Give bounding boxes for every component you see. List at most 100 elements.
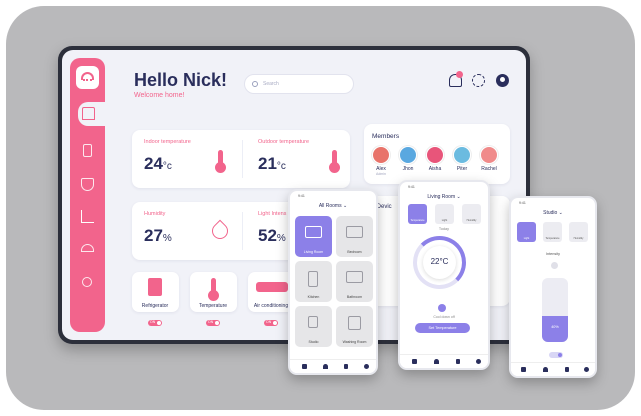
status-text: Cool down off: [433, 315, 455, 319]
shield-icon[interactable]: [323, 364, 328, 369]
thermometer-icon: [208, 278, 219, 301]
air-conditioner-icon: [256, 282, 288, 292]
thermometer-icon: [329, 150, 340, 173]
humidity-card: Humidity 27% Light Intens 52%: [132, 202, 302, 260]
humidity-label: Humidity: [144, 211, 166, 217]
user-icon[interactable]: [476, 359, 481, 364]
set-temperature-button[interactable]: Set Temperature: [415, 323, 470, 333]
room-tile[interactable]: Bedroom: [336, 216, 373, 257]
intensity-label: Intensity: [545, 252, 561, 256]
sidebar: [70, 58, 108, 332]
profile-avatar[interactable]: [496, 74, 509, 87]
outdoor-value: 21°c: [258, 154, 286, 173]
phone-icon[interactable]: [83, 144, 92, 157]
shield-icon[interactable]: [434, 359, 439, 364]
search-input[interactable]: Search: [244, 74, 354, 94]
status-bar: 9:41: [298, 194, 305, 198]
temperature-card: Indoor temperature 24°c Outdoor temperat…: [132, 130, 350, 188]
member-avatar[interactable]: Alex Admin: [372, 146, 390, 176]
phone-living-room: 9:41 Living Room ⌄ Temperature Light Hum…: [398, 180, 490, 370]
mode-humidity[interactable]: Humidity: [569, 222, 588, 242]
period-label: Today: [438, 227, 450, 231]
living-room-title[interactable]: Living Room ⌄: [400, 194, 488, 200]
device-refrigerator[interactable]: Refrigerator: [132, 272, 179, 312]
divider: [242, 212, 243, 250]
member-avatar[interactable]: Piter: [453, 146, 471, 172]
refrigerator-icon: [148, 278, 162, 296]
member-avatar[interactable]: Aisha: [426, 146, 444, 172]
status-bar: 9:41: [519, 201, 526, 205]
bottom-nav: [511, 362, 595, 376]
user-icon[interactable]: [584, 367, 589, 372]
home-icon[interactable]: [521, 367, 526, 372]
temperature-toggle[interactable]: ON: [206, 320, 220, 326]
user-icon[interactable]: [82, 277, 92, 287]
shield-icon[interactable]: [81, 178, 94, 191]
device-temperature[interactable]: Temperature: [190, 272, 237, 312]
power-icon[interactable]: [438, 304, 446, 312]
chart-icon[interactable]: [565, 367, 569, 372]
outdoor-label: Outdoor temperature: [258, 139, 310, 145]
bed-icon: [346, 226, 363, 238]
sofa-icon: [305, 226, 322, 238]
humidity-value: 27%: [144, 226, 172, 245]
shield-icon[interactable]: [543, 367, 548, 372]
room-tile[interactable]: Washing Room: [336, 306, 373, 347]
room-tile[interactable]: Bathroom: [336, 261, 373, 302]
mode-light[interactable]: Light: [435, 204, 454, 224]
air-conditioning-toggle[interactable]: ON: [264, 320, 278, 326]
water-drop-icon: [208, 219, 232, 243]
washing-machine-icon: [348, 316, 361, 330]
lamp-icon[interactable]: [81, 244, 94, 252]
refrigerator-toggle[interactable]: ON: [148, 320, 162, 326]
mode-temperature[interactable]: Temperature: [543, 222, 562, 242]
home-logo-icon[interactable]: [76, 66, 99, 89]
mode-humidity[interactable]: Humidity: [462, 204, 481, 224]
rooms-title[interactable]: All Rooms ⌄: [290, 203, 376, 209]
room-tile[interactable]: Studio: [295, 306, 332, 347]
mode-light[interactable]: Light: [517, 222, 536, 242]
bathtub-icon: [346, 271, 363, 283]
home-icon[interactable]: [412, 359, 417, 364]
mode-temperature[interactable]: Temperature: [408, 204, 427, 224]
thermometer-icon: [215, 150, 226, 173]
light-label: Light Intens: [258, 211, 287, 217]
status-bar: 9:41: [408, 185, 415, 189]
indoor-label: Indoor temperature: [144, 139, 191, 145]
bottom-nav: [290, 359, 376, 373]
temperature-dial[interactable]: 22°C: [413, 236, 466, 289]
chart-icon[interactable]: [456, 359, 460, 364]
light-value: 52%: [258, 226, 286, 245]
temperature-value: 22°C: [430, 257, 449, 266]
member-avatar[interactable]: Rachel: [480, 146, 498, 172]
divider: [242, 140, 243, 178]
background-frame: Hello Nick! Welcome home! Search Indoor …: [6, 6, 635, 410]
intensity-slider[interactable]: 40%: [542, 278, 568, 342]
chart-icon[interactable]: [344, 364, 348, 369]
search-icon: [252, 81, 258, 87]
bottom-nav: [400, 354, 488, 368]
indoor-value: 24°c: [144, 154, 172, 173]
phone-studio: 9:41 Studio ⌄ Light Temperature Humidity…: [509, 196, 597, 378]
member-avatar[interactable]: Jhon: [399, 146, 417, 172]
members-title: Members: [372, 133, 400, 140]
page-subtitle: Welcome home!: [134, 92, 185, 99]
intensity-value: 40%: [551, 325, 559, 330]
page-title: Hello Nick!: [134, 70, 228, 90]
room-tile[interactable]: Living Room: [295, 216, 332, 257]
user-icon[interactable]: [364, 364, 369, 369]
room-tile[interactable]: Kitchen: [295, 261, 332, 302]
home-icon: [82, 107, 95, 120]
light-toggle[interactable]: [549, 352, 563, 358]
notification-badge: [456, 71, 463, 78]
slider-fill: 40%: [542, 316, 568, 342]
chart-icon[interactable]: [81, 210, 94, 223]
sun-icon: [551, 262, 558, 269]
members-card: Members Alex Admin Jhon Aisha Piter Rache…: [364, 124, 510, 184]
studio-title[interactable]: Studio ⌄: [511, 210, 595, 216]
home-icon[interactable]: [302, 364, 307, 369]
gear-icon[interactable]: [472, 74, 485, 87]
search-placeholder: Search: [263, 81, 279, 87]
fridge-icon: [308, 271, 318, 287]
sidebar-item-home[interactable]: [78, 102, 108, 126]
